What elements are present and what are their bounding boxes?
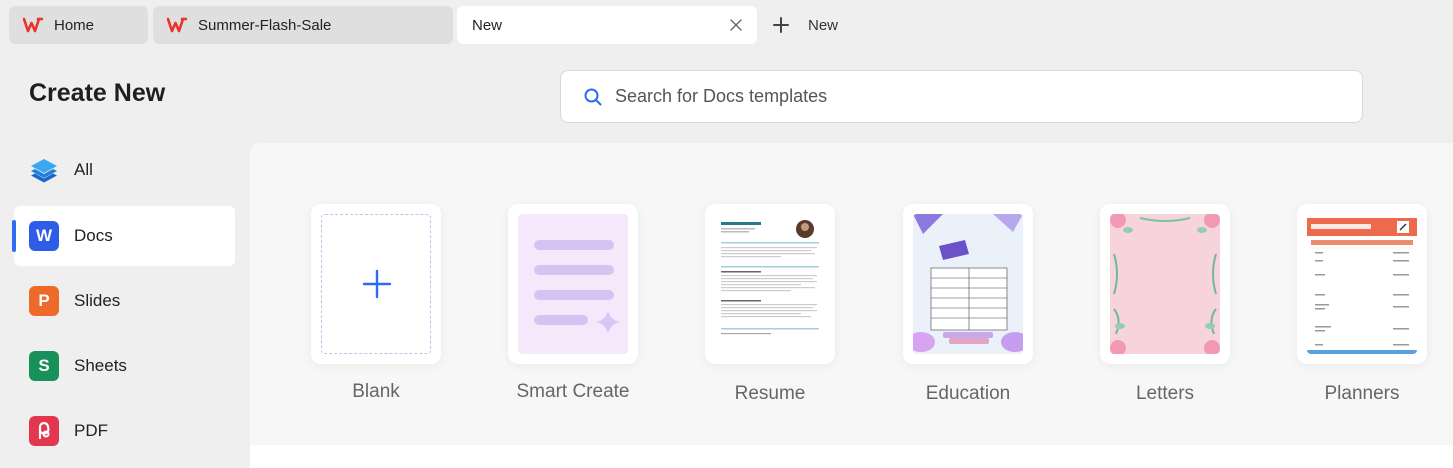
slides-p-icon: P [29,286,59,316]
education-thumbnail [913,214,1023,354]
template-card-planners[interactable] [1297,204,1427,364]
search-input[interactable] [615,86,1315,107]
layers-icon [29,155,59,185]
sidebar-item-label: All [74,160,93,179]
template-card-letters[interactable] [1100,204,1230,364]
tab-label: New [472,16,503,34]
page-title: Create New [29,79,166,107]
tab-home[interactable]: Home [9,6,148,44]
new-tab-button[interactable]: New [772,12,838,38]
content-divider [250,445,1453,468]
close-icon[interactable] [728,17,744,33]
sidebar-item-docs[interactable]: W Docs [12,206,235,266]
template-label: Resume [734,383,806,404]
sidebar-item-pdf[interactable]: PDF [14,401,235,461]
tab-new[interactable]: New [457,6,757,44]
resume-thumbnail [715,214,825,354]
template-label: Education [925,383,1011,404]
template-label: Letters [1135,383,1195,404]
search-icon [584,88,602,105]
sidebar-item-label: Slides [74,291,121,310]
new-tab-label: New [808,16,839,34]
plus-icon [773,17,789,33]
sidebar-item-slides[interactable]: P Slides [14,271,235,331]
sidebar-item-sheets[interactable]: S Sheets [14,336,235,396]
tab-summer-flash-sale[interactable]: Summer-Flash-Sale [153,6,453,44]
template-card-smart-create[interactable] [508,204,638,364]
wps-logo-icon [167,17,187,33]
template-card-blank[interactable] [311,204,441,364]
template-label: Smart Create [516,381,630,402]
template-search[interactable] [560,70,1363,123]
docs-w-icon: W [29,221,59,251]
tab-label: Home [54,16,95,34]
template-card-education[interactable] [903,204,1033,364]
sidebar-item-all[interactable]: All [14,140,235,200]
template-gallery: Blank Smart Create Resume Education Lett… [250,143,1453,445]
sheets-s-icon: S [29,351,59,381]
template-label: Planners [1324,383,1400,404]
tab-bar: Home Summer-Flash-Sale New New [0,0,1453,50]
planners-thumbnail [1307,214,1417,354]
smart-create-thumbnail [518,214,628,354]
template-card-resume[interactable] [705,204,835,364]
template-label: Blank [352,381,400,402]
pdf-icon [29,416,59,446]
sidebar-item-label: PDF [74,421,108,440]
plus-icon [362,269,392,299]
tab-label: Summer-Flash-Sale [198,16,332,34]
sidebar-item-label: Sheets [74,356,127,375]
blank-thumbnail [321,214,431,354]
wps-logo-icon [23,17,43,33]
sidebar-item-label: Docs [74,226,113,245]
letters-thumbnail [1110,214,1220,354]
